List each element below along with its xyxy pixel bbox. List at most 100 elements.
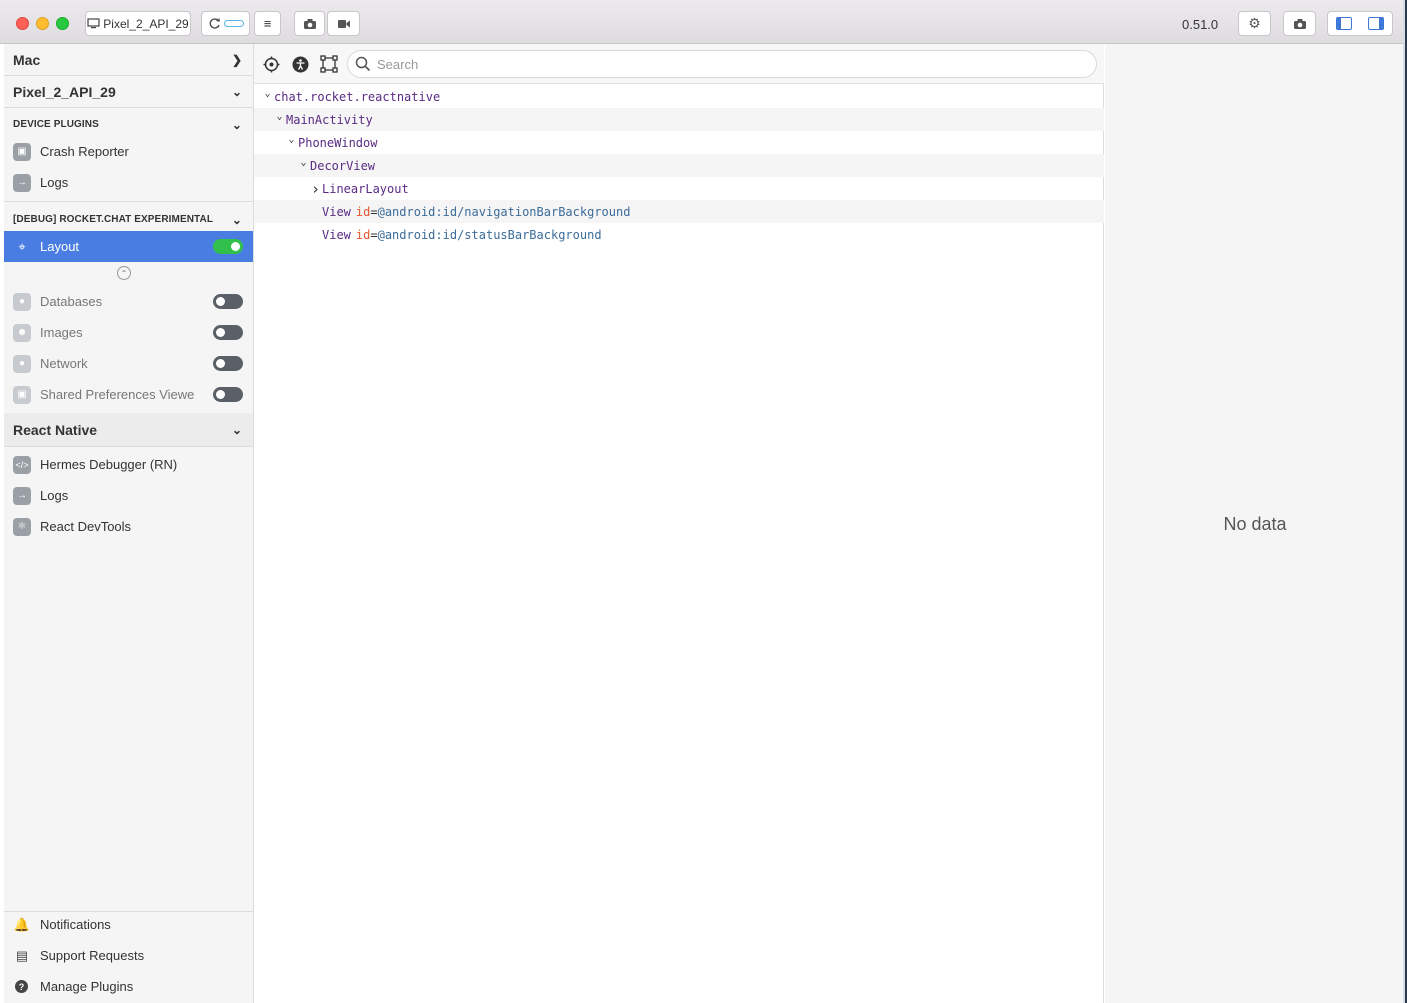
details-panel: No data xyxy=(1105,44,1405,1003)
code-icon: </> xyxy=(13,455,31,474)
window-edge xyxy=(1403,0,1405,1003)
sidebar-item-images[interactable]: ☻ Images xyxy=(4,317,253,348)
sidebar-item-label: React DevTools xyxy=(40,519,132,534)
right-sidebar-toggle-icon[interactable] xyxy=(1368,17,1384,30)
section-app-plugins[interactable]: [DEBUG] ROCKET.CHAT EXPERIMENTAL ⌄ xyxy=(4,207,253,232)
tree-node-name: chat.rocket.reactnative xyxy=(274,89,441,104)
chevron-down-icon[interactable]: ⌄ xyxy=(262,88,273,99)
zoom-window-button[interactable] xyxy=(56,17,69,30)
refresh-icon xyxy=(209,18,220,29)
search-icon xyxy=(355,56,371,72)
sidebar-item-label: Mac xyxy=(13,51,41,68)
sidebar-item-label: Databases xyxy=(40,294,103,309)
sidebar-item-shared-preferences[interactable]: ▣ Shared Preferences Viewe xyxy=(4,379,253,410)
sidebar-item-label: Notifications xyxy=(40,917,111,932)
sidebar-item-support-requests[interactable]: ▤ Support Requests xyxy=(4,940,253,971)
bell-icon: 🔔 xyxy=(13,916,31,932)
sidebar-item-react-native[interactable]: React Native ⌄ xyxy=(4,414,253,445)
divider xyxy=(4,107,253,108)
tree-row[interactable]: View id = @android:id/navigationBarBackgrou… xyxy=(254,200,1104,223)
rage-shake-button[interactable] xyxy=(1283,11,1316,36)
sidebar-item-label: Network xyxy=(40,356,88,371)
layout-toolbar xyxy=(254,44,1104,84)
chevron-down-icon: ⌄ xyxy=(231,212,242,227)
monitor-icon xyxy=(87,18,100,29)
select-element-icon[interactable] xyxy=(320,55,338,73)
sidebar-item-label: Logs xyxy=(40,175,69,190)
plugin-toggle[interactable] xyxy=(213,325,243,340)
left-sidebar-toggle-icon[interactable] xyxy=(1336,17,1352,30)
chevron-down-icon[interactable]: ⌄ xyxy=(286,134,297,145)
plugin-toggle[interactable] xyxy=(213,294,243,309)
book-icon: ▤ xyxy=(15,947,29,963)
plugin-toggle[interactable] xyxy=(213,239,243,254)
tree-row[interactable]: ⌄ PhoneWindow xyxy=(254,131,1104,154)
target-icon[interactable] xyxy=(262,55,280,73)
plugin-toggle[interactable] xyxy=(213,356,243,371)
chevron-down-icon: ⌄ xyxy=(231,117,242,132)
chevron-up-icon: ⌃ xyxy=(120,268,128,278)
close-window-button[interactable] xyxy=(16,17,29,30)
device-selector-label: Pixel_2_API_29 xyxy=(103,16,189,31)
chevron-down-icon[interactable]: ⌄ xyxy=(274,111,285,122)
tree-row[interactable]: ⌄ MainActivity xyxy=(254,108,1104,131)
sidebar-item-label: React Native xyxy=(13,421,98,438)
package-icon: ▣ xyxy=(13,385,31,404)
sidebar-item-crash-reporter[interactable]: ▣ Crash Reporter xyxy=(4,136,253,167)
menu-button[interactable]: ≡ xyxy=(254,11,281,36)
plugin-toggle[interactable] xyxy=(213,387,243,402)
sidebar-item-layout[interactable]: ⌖ Layout xyxy=(4,231,253,262)
chevron-down-icon[interactable]: ⌄ xyxy=(298,157,309,168)
sidebar-item-notifications[interactable]: 🔔 Notifications xyxy=(4,909,253,940)
chevron-down-icon: ⌄ xyxy=(231,84,242,99)
sidebar-item-label: Shared Preferences Viewe xyxy=(40,387,195,402)
section-device-plugins[interactable]: DEVICE PLUGINS ⌄ xyxy=(4,112,253,137)
tree-node-name: View xyxy=(322,227,351,242)
minimize-window-button[interactable] xyxy=(36,17,49,30)
tree-node-name: PhoneWindow xyxy=(298,135,378,150)
empty-state-text: No data xyxy=(1223,514,1287,534)
sidebar-item-label: Hermes Debugger (RN) xyxy=(40,457,178,472)
sidebar-item-network[interactable]: ● Network xyxy=(4,348,253,379)
search-input[interactable] xyxy=(377,56,1077,72)
question-icon: ? xyxy=(15,980,28,993)
sidebar-item-device[interactable]: Pixel_2_API_29 ⌄ xyxy=(4,76,253,107)
sidebar-item-mac[interactable]: Mac ❯ xyxy=(4,44,253,75)
sidebar-item-logs[interactable]: → Logs xyxy=(4,167,253,198)
tree-row[interactable]: View id = @android:id/statusBarBackground xyxy=(254,223,1104,246)
sidebar: Mac ❯ Pixel_2_API_29 ⌄ DEVICE PLUGINS ⌄ … xyxy=(4,44,254,1003)
accessibility-icon[interactable] xyxy=(291,55,309,73)
globe-icon: ● xyxy=(13,354,31,373)
chevron-right-icon: ❯ xyxy=(231,52,242,67)
tree-row[interactable]: ⌄ chat.rocket.reactnative xyxy=(254,85,1104,108)
sidebar-item-label: Manage Plugins xyxy=(40,979,134,994)
chevron-right-icon[interactable]: › xyxy=(310,180,321,198)
person-icon: ☻ xyxy=(13,323,31,342)
sidebar-item-manage-plugins[interactable]: ? Manage Plugins xyxy=(4,971,253,1002)
gear-icon: ⚙ xyxy=(1248,15,1261,31)
package-icon: ▣ xyxy=(13,142,31,161)
sidebar-item-rn-logs[interactable]: → Logs xyxy=(4,480,253,511)
attribute-key: id xyxy=(355,204,371,219)
sidebar-item-react-devtools[interactable]: ⚛ React DevTools xyxy=(4,511,253,542)
sidebar-item-databases[interactable]: ● Databases xyxy=(4,286,253,317)
progress-pill-icon xyxy=(223,20,244,27)
record-button[interactable] xyxy=(327,11,360,36)
arrow-right-icon: → xyxy=(13,173,31,192)
atom-icon: ⚛ xyxy=(13,517,31,536)
device-selector-button[interactable]: Pixel_2_API_29 xyxy=(85,11,191,36)
settings-button[interactable]: ⚙ xyxy=(1238,11,1271,36)
tree-row[interactable]: › LinearLayout xyxy=(254,177,1104,200)
camera-icon xyxy=(303,18,316,29)
title-bar: Pixel_2_API_29 ≡ 0.51.0 ⚙ xyxy=(0,0,1405,44)
layout-inspector-pane: ⌄chat.rocket.reactnative⌄MainActivity⌄Ph… xyxy=(254,44,1104,1003)
reload-button[interactable] xyxy=(201,11,250,36)
tree-node-name: View xyxy=(322,204,351,219)
section-title: [DEBUG] ROCKET.CHAT EXPERIMENTAL xyxy=(13,214,214,225)
flipper-window: Pixel_2_API_29 ≡ 0.51.0 ⚙ Mac ❯ Pixel_2_… xyxy=(0,0,1405,1003)
chevron-down-icon: ⌄ xyxy=(231,422,242,437)
tree-row[interactable]: ⌄ DecorView xyxy=(254,154,1104,177)
screenshot-button[interactable] xyxy=(294,11,325,36)
collapse-disabled-button[interactable]: ⌃ xyxy=(117,266,131,280)
sidebar-item-hermes-debugger[interactable]: </> Hermes Debugger (RN) xyxy=(4,449,253,480)
